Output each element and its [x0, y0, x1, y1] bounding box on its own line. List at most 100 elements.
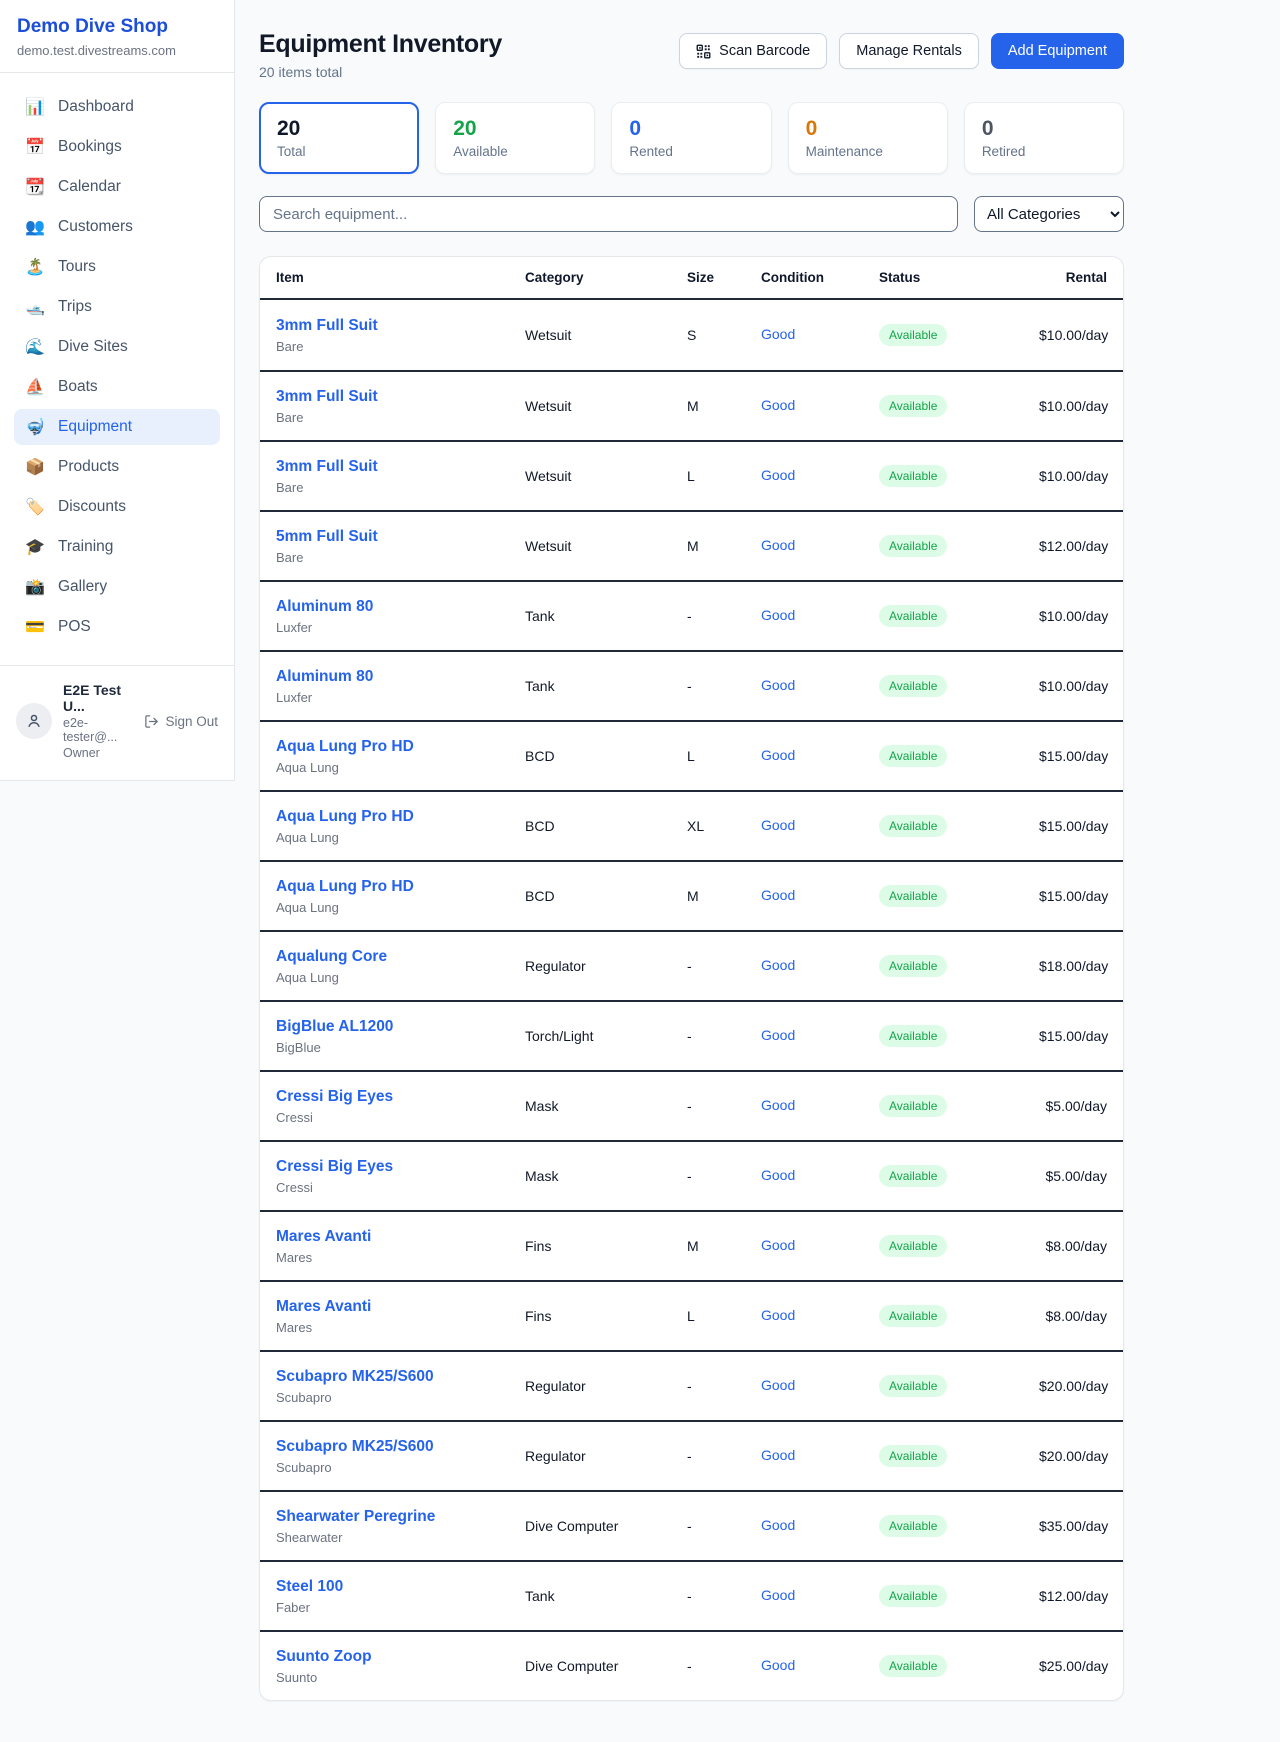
condition-link[interactable]: Good [761, 1027, 795, 1043]
page-header: Equipment Inventory 20 items total [259, 30, 1124, 80]
barcode-icon [696, 44, 711, 59]
item-cell: Aluminum 80 Luxfer [276, 668, 525, 705]
sidebar-item-boats[interactable]: ⛵ Boats [14, 369, 220, 405]
item-cell: 3mm Full Suit Bare [276, 388, 525, 425]
manage-rentals-button[interactable]: Manage Rentals [839, 33, 979, 69]
item-brand: Shearwater [276, 1530, 525, 1545]
sidebar-item-dashboard[interactable]: 📊 Dashboard [14, 89, 220, 125]
sidebar-item-pos[interactable]: 💳 POS [14, 609, 220, 645]
sidebar-item-trips[interactable]: 🛥️ Trips [14, 289, 220, 325]
condition-link[interactable]: Good [761, 1657, 795, 1673]
item-name-link[interactable]: Cressi Big Eyes [276, 1088, 525, 1106]
item-name-link[interactable]: Mares Avanti [276, 1298, 525, 1316]
table-header: ItemCategorySizeConditionStatusRental [260, 257, 1123, 300]
item-name-link[interactable]: Steel 100 [276, 1578, 525, 1596]
stat-value: 20 [453, 117, 577, 141]
condition-link[interactable]: Good [761, 887, 795, 903]
item-name-link[interactable]: Scubapro MK25/S600 [276, 1438, 525, 1456]
status-badge: Available [879, 1655, 947, 1677]
sidebar-item-customers[interactable]: 👥 Customers [14, 209, 220, 245]
tours-icon: 🏝️ [25, 257, 45, 277]
sidebar-item-training[interactable]: 🎓 Training [14, 529, 220, 565]
rental-cell: $10.00/day [1039, 327, 1108, 343]
condition-link[interactable]: Good [761, 1517, 795, 1533]
condition-link[interactable]: Good [761, 677, 795, 693]
condition-link[interactable]: Good [761, 1307, 795, 1323]
sidebar-item-discounts[interactable]: 🏷️ Discounts [14, 489, 220, 525]
table-row: Mares Avanti Mares Fins M Good Available… [260, 1210, 1123, 1280]
scan-barcode-button[interactable]: Scan Barcode [679, 33, 827, 69]
stat-card-maintenance[interactable]: 0 Maintenance [788, 102, 948, 174]
item-name-link[interactable]: Scubapro MK25/S600 [276, 1368, 525, 1386]
sign-out-icon [144, 714, 159, 729]
stat-card-rented[interactable]: 0 Rented [611, 102, 771, 174]
condition-link[interactable]: Good [761, 1237, 795, 1253]
table-row: Suunto Zoop Suunto Dive Computer - Good … [260, 1630, 1123, 1700]
item-name-link[interactable]: Cressi Big Eyes [276, 1158, 525, 1176]
search-input[interactable] [259, 196, 958, 232]
condition-link[interactable]: Good [761, 747, 795, 763]
sign-out-button[interactable]: Sign Out [144, 714, 218, 729]
condition-link[interactable]: Good [761, 1097, 795, 1113]
condition-link[interactable]: Good [761, 1377, 795, 1393]
item-brand: Cressi [276, 1180, 525, 1195]
category-cell: Torch/Light [525, 1028, 687, 1044]
condition-link[interactable]: Good [761, 1587, 795, 1603]
item-cell: 3mm Full Suit Bare [276, 317, 525, 354]
sidebar-item-gallery[interactable]: 📸 Gallery [14, 569, 220, 605]
item-name-link[interactable]: 3mm Full Suit [276, 317, 525, 335]
table-row: Aluminum 80 Luxfer Tank - Good Available… [260, 580, 1123, 650]
item-brand: Luxfer [276, 690, 525, 705]
condition-link[interactable]: Good [761, 1447, 795, 1463]
rental-cell: $25.00/day [1039, 1658, 1108, 1674]
item-name-link[interactable]: Aqualung Core [276, 948, 525, 966]
category-cell: BCD [525, 818, 687, 834]
category-select[interactable]: All Categories [974, 196, 1124, 232]
sidebar-item-equipment[interactable]: 🤿 Equipment [14, 409, 220, 445]
stat-card-total[interactable]: 20 Total [259, 102, 419, 174]
rental-cell: $10.00/day [1039, 468, 1108, 484]
stat-card-retired[interactable]: 0 Retired [964, 102, 1124, 174]
table-row: Aqua Lung Pro HD Aqua Lung BCD L Good Av… [260, 720, 1123, 790]
condition-link[interactable]: Good [761, 397, 795, 413]
add-equipment-button[interactable]: Add Equipment [991, 33, 1124, 69]
status-badge: Available [879, 1585, 947, 1607]
sidebar-item-dive-sites[interactable]: 🌊 Dive Sites [14, 329, 220, 365]
condition-link[interactable]: Good [761, 1167, 795, 1183]
item-name-link[interactable]: Aqua Lung Pro HD [276, 738, 525, 756]
item-name-link[interactable]: Aluminum 80 [276, 668, 525, 686]
condition-link[interactable]: Good [761, 817, 795, 833]
condition-link[interactable]: Good [761, 957, 795, 973]
sidebar-item-tours[interactable]: 🏝️ Tours [14, 249, 220, 285]
condition-link[interactable]: Good [761, 326, 795, 342]
bookings-icon: 📅 [25, 137, 45, 157]
rental-cell: $8.00/day [1039, 1308, 1107, 1324]
sidebar-item-calendar[interactable]: 📆 Calendar [14, 169, 220, 205]
category-cell: Tank [525, 608, 687, 624]
condition-link[interactable]: Good [761, 607, 795, 623]
sidebar-item-products[interactable]: 📦 Products [14, 449, 220, 485]
brand-name[interactable]: Demo Dive Shop [17, 16, 217, 38]
item-name-link[interactable]: Shearwater Peregrine [276, 1508, 525, 1526]
condition-link[interactable]: Good [761, 537, 795, 553]
sidebar-item-bookings[interactable]: 📅 Bookings [14, 129, 220, 165]
item-name-link[interactable]: BigBlue AL1200 [276, 1018, 525, 1036]
stat-label: Available [453, 144, 577, 159]
item-name-link[interactable]: Aqua Lung Pro HD [276, 808, 525, 826]
rental-cell: $15.00/day [1039, 818, 1108, 834]
stat-card-available[interactable]: 20 Available [435, 102, 595, 174]
stat-value: 20 [277, 117, 401, 141]
status-badge: Available [879, 955, 947, 977]
item-cell: Aqua Lung Pro HD Aqua Lung [276, 738, 525, 775]
item-name-link[interactable]: Suunto Zoop [276, 1648, 525, 1666]
item-name-link[interactable]: Mares Avanti [276, 1228, 525, 1246]
item-name-link[interactable]: 3mm Full Suit [276, 458, 525, 476]
item-brand: Bare [276, 410, 525, 425]
item-name-link[interactable]: Aqua Lung Pro HD [276, 878, 525, 896]
item-name-link[interactable]: 5mm Full Suit [276, 528, 525, 546]
gallery-icon: 📸 [25, 577, 45, 597]
condition-link[interactable]: Good [761, 467, 795, 483]
item-name-link[interactable]: Aluminum 80 [276, 598, 525, 616]
item-cell: Shearwater Peregrine Shearwater [276, 1508, 525, 1545]
item-name-link[interactable]: 3mm Full Suit [276, 388, 525, 406]
